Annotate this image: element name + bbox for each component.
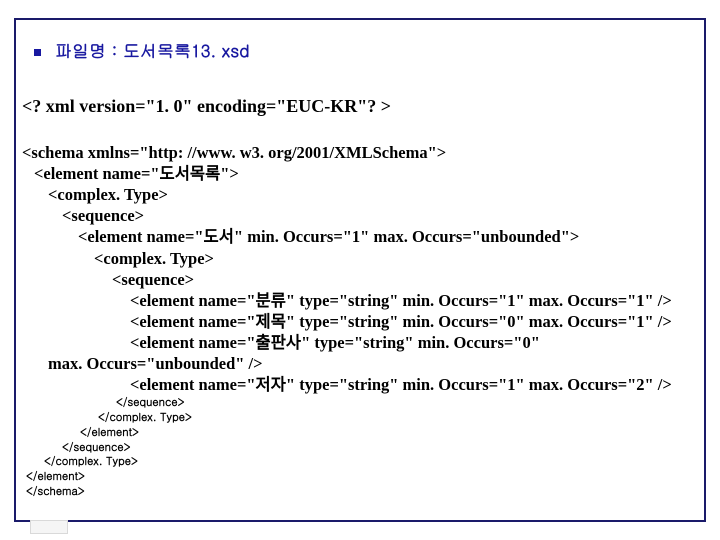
code-line: <element name="저자" type="string" min. Oc… bbox=[22, 374, 700, 395]
code-line: </schema> bbox=[22, 485, 192, 500]
code-line: <element name="도서" min. Occurs="1" max. … bbox=[22, 226, 700, 247]
code-line: max. Occurs="unbounded" /> bbox=[22, 353, 700, 374]
code-line: </complex. Type> bbox=[22, 455, 192, 470]
code-line: <element name="제목" type="string" min. Oc… bbox=[22, 311, 700, 332]
code-line: <element name="도서목록"> bbox=[22, 163, 700, 184]
xml-declaration: <? xml version="1. 0" encoding="EUC-KR"?… bbox=[22, 96, 391, 117]
code-line: </complex. Type> bbox=[22, 411, 192, 426]
slide: 파일명 : 도서목록13. xsd <? xml version="1. 0" … bbox=[0, 0, 720, 540]
code-line: <element name="분류" type="string" min. Oc… bbox=[22, 290, 700, 311]
code-line: <sequence> bbox=[22, 205, 700, 226]
slide-title-row: 파일명 : 도서목록13. xsd bbox=[34, 38, 690, 62]
code-line: <element name="출판사" type="string" min. O… bbox=[22, 332, 700, 353]
code-line: <schema xmlns="http: //www. w3. org/2001… bbox=[22, 142, 700, 163]
code-line: </sequence> bbox=[22, 396, 192, 411]
page-number-placeholder bbox=[30, 520, 68, 534]
code-line: <sequence> bbox=[22, 269, 700, 290]
code-line: <complex. Type> bbox=[22, 248, 700, 269]
code-line: </element> bbox=[22, 426, 192, 441]
slide-title: 파일명 : 도서목록13. xsd bbox=[55, 38, 250, 62]
code-line: <complex. Type> bbox=[22, 184, 700, 205]
closing-code: </sequence> </complex. Type> </element> … bbox=[22, 396, 192, 500]
code-line: </sequence> bbox=[22, 441, 192, 456]
schema-code: <schema xmlns="http: //www. w3. org/2001… bbox=[22, 142, 700, 395]
code-line: </element> bbox=[22, 470, 192, 485]
bullet-icon bbox=[34, 49, 41, 56]
